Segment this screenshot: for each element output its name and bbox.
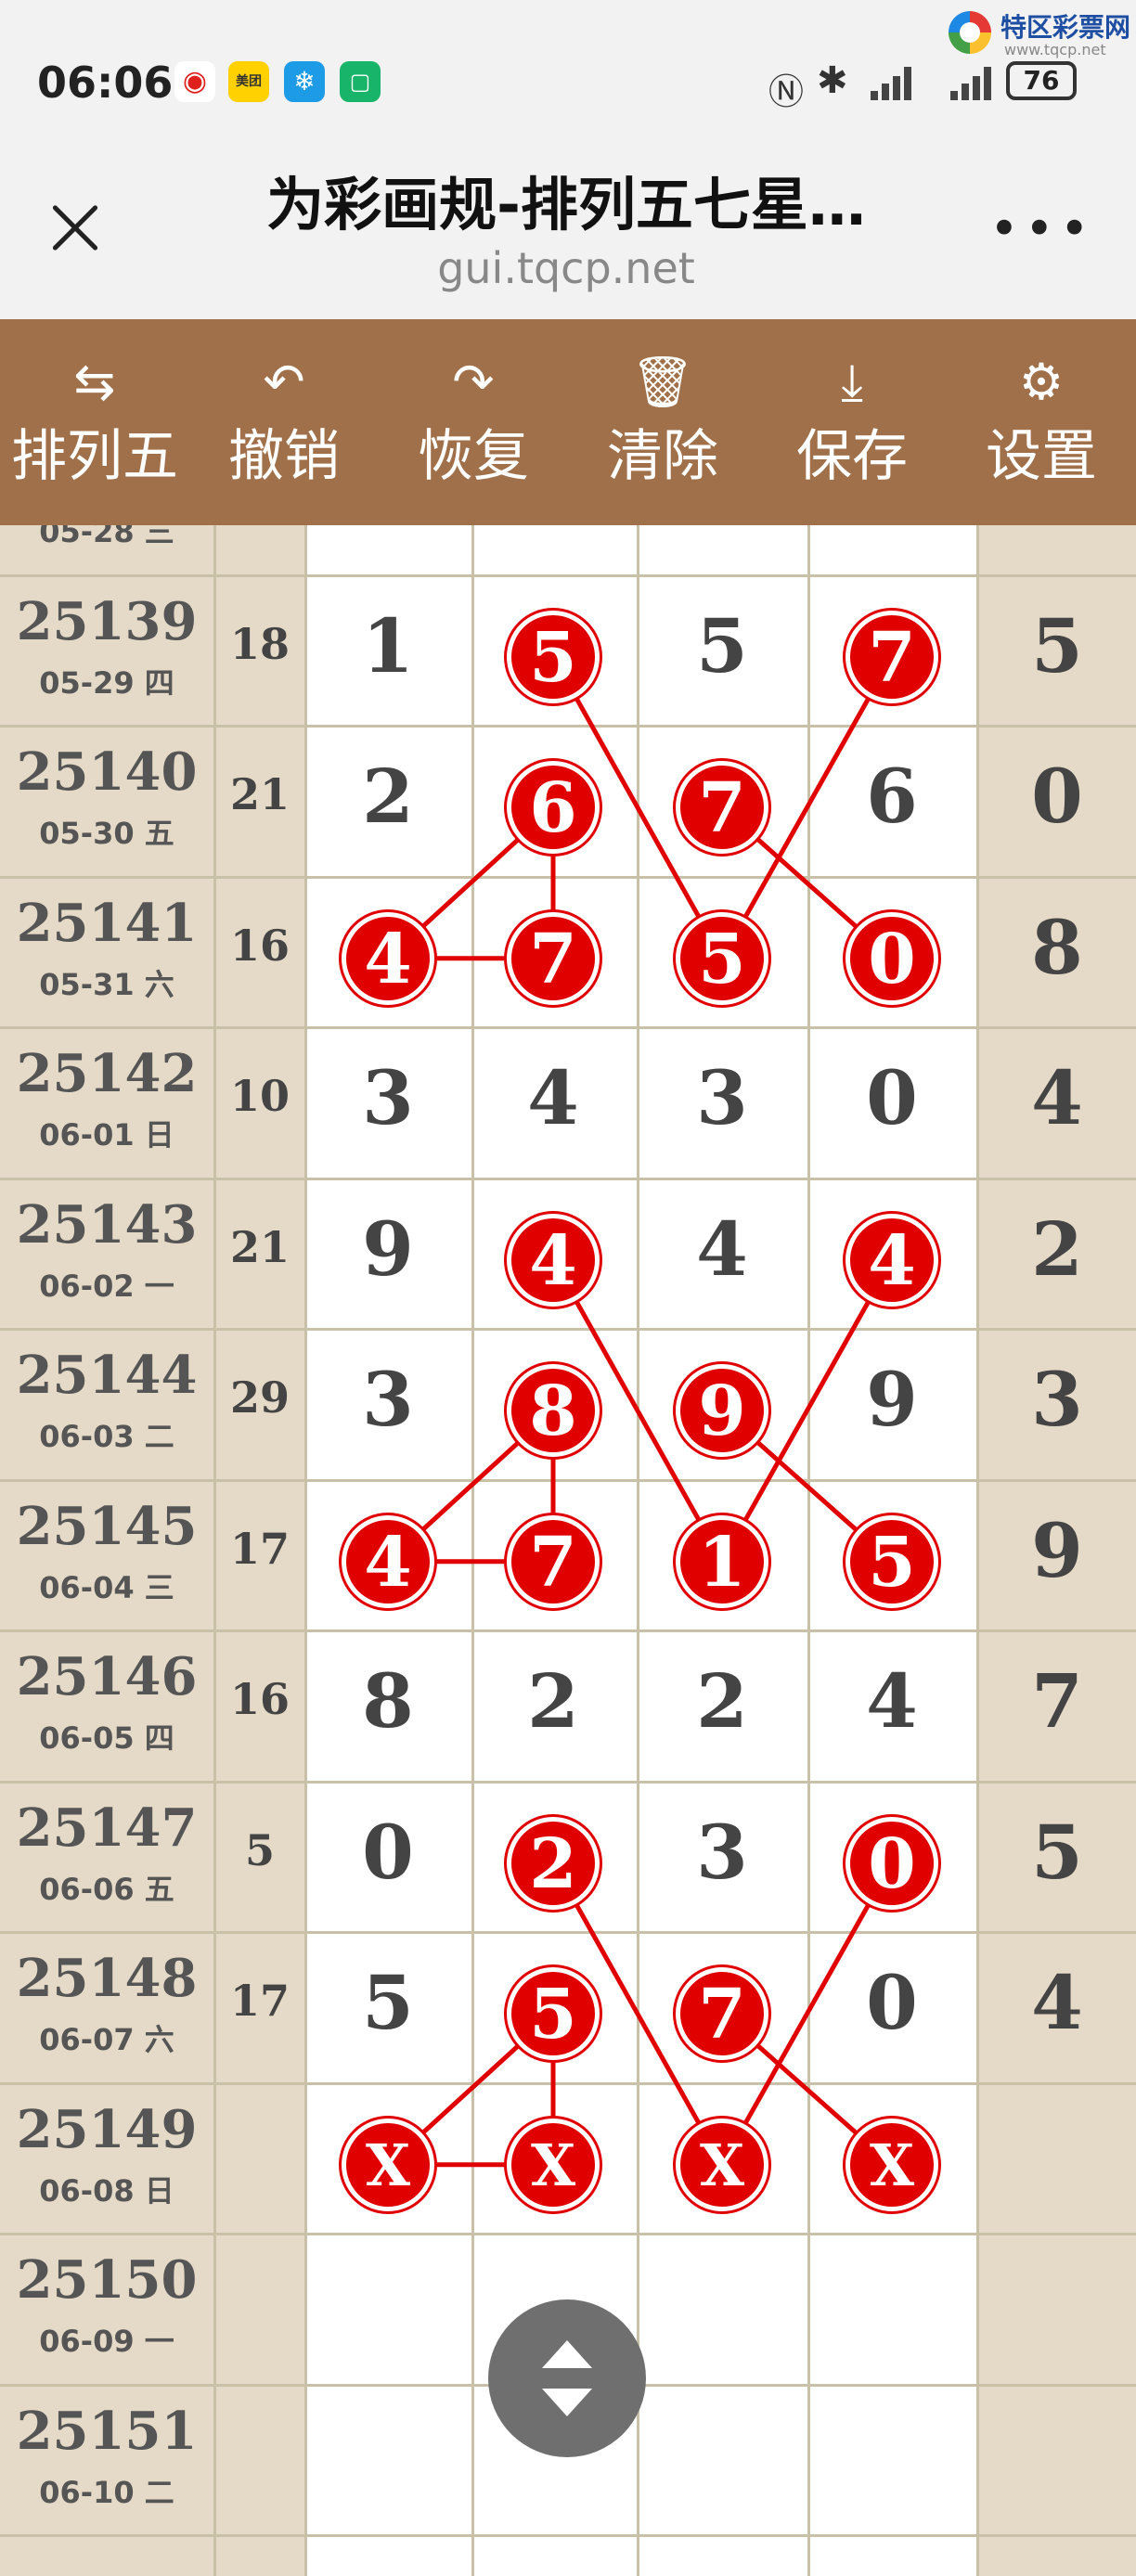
clear-label: 清除	[607, 424, 718, 489]
highlighted-digit-ball[interactable]: 5	[846, 1514, 938, 1608]
nfc-icon: Ⓝ	[768, 71, 805, 112]
highlighted-digit-ball[interactable]: 4	[507, 1213, 600, 1307]
highlighted-digit-ball[interactable]: 7	[846, 610, 938, 703]
weibo-icon: ◉	[174, 61, 215, 102]
lottery-type-label: 排列五	[11, 424, 178, 489]
undo-button[interactable]: ↶ 撤销	[189, 319, 379, 525]
mi-icon: ▢	[340, 61, 381, 102]
bluetooth-icon: ✱	[817, 59, 848, 102]
site-watermark: 特区彩票网 www.tqcp.net	[949, 6, 1134, 61]
highlighted-digit-ball[interactable]: X	[676, 2118, 768, 2211]
page-url: gui.tqcp.net	[437, 243, 695, 293]
snowflake-icon: ❄	[284, 61, 325, 102]
undo-label: 撤销	[228, 424, 340, 489]
highlighted-digit-ball[interactable]: 8	[507, 1364, 600, 1458]
clear-button[interactable]: 🗑 清除	[568, 319, 757, 525]
highlighted-digit-ball[interactable]: 5	[507, 1967, 600, 2061]
watermark-title: 特区彩票网	[1000, 12, 1131, 43]
site-logo-icon	[949, 11, 991, 54]
toolbar: ⇆ 排列五 ↶ 撤销 ↷ 恢复 🗑 清除 ⤓ 保存 ⚙ 设置	[0, 319, 1136, 525]
redo-icon: ↷	[452, 353, 495, 411]
trash-icon: 🗑	[630, 353, 695, 411]
save-button[interactable]: ⤓ 保存	[757, 319, 947, 525]
signal-icon	[943, 63, 999, 100]
redo-label: 恢复	[418, 424, 529, 489]
download-icon: ⤓	[841, 353, 863, 411]
highlighted-digit-ball[interactable]: 2	[507, 1816, 600, 1910]
highlighted-digit-ball[interactable]: 6	[507, 761, 600, 855]
status-bar: 06:06 ◉ 美团 ❄ ▢ Ⓝ ✱ 76 特区彩票网 www.tqcp.net…	[0, 0, 1136, 319]
highlighted-digit-ball[interactable]: 0	[846, 1816, 938, 1910]
save-label: 保存	[796, 424, 908, 489]
highlighted-digit-ball[interactable]: 7	[507, 911, 600, 1005]
undo-icon: ↶	[263, 353, 305, 411]
battery-icon: 76	[1006, 61, 1077, 100]
highlighted-digit-ball[interactable]: 4	[342, 1514, 434, 1608]
highlighted-digit-ball[interactable]: 7	[676, 761, 768, 855]
highlighted-digit-ball[interactable]: 7	[676, 1967, 768, 2061]
highlighted-digit-ball[interactable]: X	[342, 2118, 434, 2211]
highlighted-digit-ball[interactable]: 1	[676, 1514, 768, 1608]
highlighted-digit-ball[interactable]: 0	[846, 911, 938, 1005]
scroll-up-down-button[interactable]	[488, 2299, 646, 2457]
signal-icon	[863, 63, 919, 100]
redo-button[interactable]: ↷ 恢复	[379, 319, 568, 525]
settings-label: 设置	[986, 424, 1097, 489]
watermark-url: www.tqcp.net	[1004, 41, 1106, 58]
page-title: 为彩画规-排列五七星…	[266, 171, 866, 238]
highlighted-digit-ball[interactable]: 5	[676, 911, 768, 1005]
highlighted-digit-ball[interactable]: 5	[507, 610, 600, 703]
status-time: 06:06	[37, 58, 174, 108]
highlighted-digit-ball[interactable]: 4	[846, 1213, 938, 1307]
highlighted-digit-ball[interactable]: 7	[507, 1514, 600, 1608]
more-options-button[interactable]: •••	[989, 204, 1090, 254]
highlighted-digit-ball[interactable]: X	[846, 2118, 938, 2211]
highlighted-digit-ball[interactable]: 4	[342, 911, 434, 1005]
draw-history-table[interactable]: 2513805-28 三28895632513905-29 四181557525…	[0, 525, 1136, 2576]
close-button[interactable]	[41, 193, 110, 262]
meituan-icon: 美团	[228, 61, 269, 102]
lottery-type-button[interactable]: ⇆ 排列五	[0, 319, 189, 525]
swap-icon: ⇆	[73, 353, 116, 411]
gear-icon: ⚙	[1018, 353, 1065, 411]
highlighted-digit-ball[interactable]: X	[507, 2118, 600, 2211]
settings-button[interactable]: ⚙ 设置	[947, 319, 1136, 525]
highlighted-digit-ball[interactable]: 9	[676, 1364, 768, 1458]
